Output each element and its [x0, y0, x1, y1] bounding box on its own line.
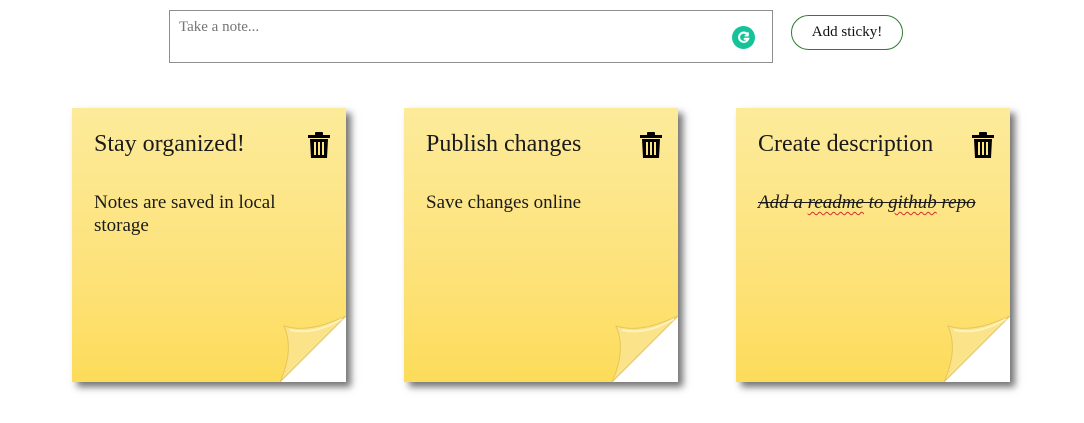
misspelled-word: readme: [807, 192, 864, 213]
trash-icon[interactable]: [640, 132, 662, 158]
page-curl-icon: [280, 316, 346, 382]
trash-icon[interactable]: [972, 132, 994, 158]
note-body-text: repo: [936, 192, 976, 213]
note-input[interactable]: [169, 10, 773, 63]
note-body: Save changes online: [426, 192, 582, 213]
note-body-text: to: [863, 192, 889, 213]
sticky-notes-app: Add sticky! Stay organized! Notes are sa…: [0, 0, 1084, 423]
note-title: Create description: [758, 131, 934, 157]
sticky-note: Publish changes Save changes online: [404, 108, 678, 382]
sticky-note: Stay organized! Notes are saved in local…: [72, 108, 346, 382]
note-body-completed: Add a readme to github repo: [758, 191, 988, 214]
note-body: Notes are saved in local storage: [94, 192, 276, 236]
misspelled-word: github: [888, 192, 937, 213]
note-body-text: Add a: [758, 192, 808, 213]
grammarly-icon[interactable]: [732, 26, 755, 49]
trash-icon[interactable]: [308, 132, 330, 158]
page-curl-icon: [612, 316, 678, 382]
note-title: Stay organized!: [94, 131, 245, 157]
sticky-note: Create description Add a readme to githu…: [736, 108, 1010, 382]
add-sticky-button[interactable]: Add sticky!: [791, 15, 903, 50]
note-title: Publish changes: [426, 131, 582, 157]
page-curl-icon: [944, 316, 1010, 382]
